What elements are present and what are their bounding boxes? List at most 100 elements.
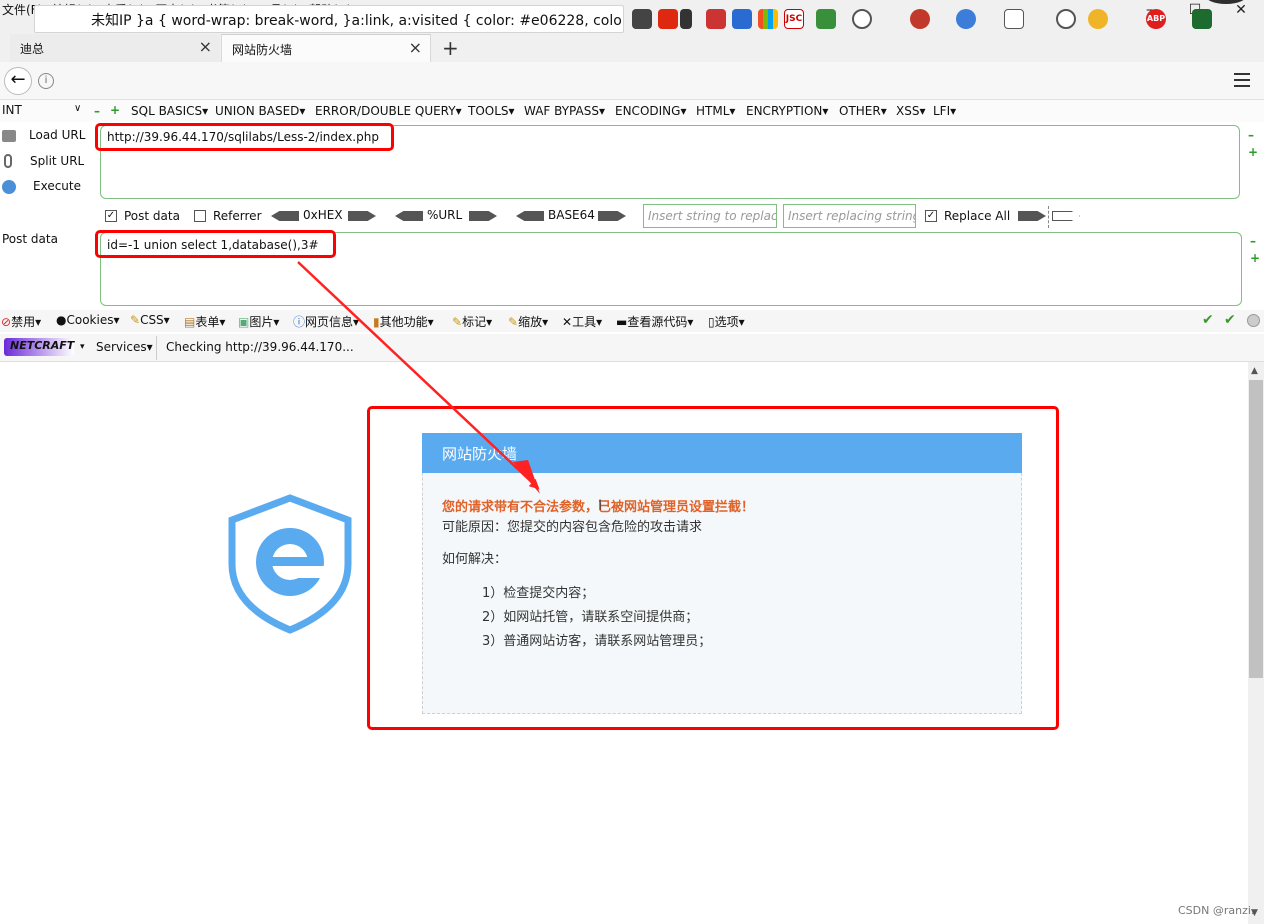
minus-icon[interactable]: – <box>94 104 100 118</box>
menu-other[interactable]: OTHER▾ <box>839 104 887 118</box>
china-flag-icon[interactable] <box>658 9 678 29</box>
addon-icon[interactable] <box>706 9 726 29</box>
wd-page-info[interactable]: ⓘ网页信息▾ <box>293 313 359 330</box>
divider <box>156 336 157 360</box>
download-icon[interactable] <box>680 9 692 29</box>
menu-encoding[interactable]: ENCODING▾ <box>615 104 686 118</box>
new-tab-button[interactable]: + <box>442 36 459 60</box>
replace-string-placeholder: Insert string to replace <box>648 209 777 223</box>
scrollbar-thumb[interactable] <box>1249 380 1263 678</box>
wd-resize[interactable]: ✎缩放▾ <box>508 313 548 330</box>
type-select[interactable]: INT ∨ <box>2 103 84 119</box>
replace-left-icon[interactable] <box>1052 211 1080 221</box>
address-bar[interactable]: 未知IP }a { word-wrap: break-word, }a:link… <box>34 5 624 33</box>
back-arrow-icon: ← <box>10 69 26 90</box>
menu-union-based[interactable]: UNION BASED▾ <box>215 104 305 118</box>
annotation-box-url <box>95 123 394 151</box>
address-text: 未知IP }a { word-wrap: break-word, }a:link… <box>91 13 623 29</box>
back-button[interactable]: ← <box>4 67 32 95</box>
services-menu[interactable]: Services▾ <box>96 340 153 354</box>
addon-icon[interactable] <box>632 9 652 29</box>
wd-forms-label: 表单▾ <box>195 315 226 329</box>
wd-cookies[interactable]: ●Cookies▾ <box>56 313 120 327</box>
load-url-icon <box>2 130 16 142</box>
minus-icon[interactable]: – <box>1248 128 1254 142</box>
wd-forms[interactable]: ▤表单▾ <box>184 313 225 330</box>
hex-encode-right-icon[interactable] <box>348 211 376 221</box>
netcraft-logo[interactable]: NETCRAFT <box>4 338 74 356</box>
chevron-down-icon[interactable]: ▾ <box>80 342 85 352</box>
plus-icon[interactable]: + <box>110 103 120 117</box>
annotation-box-post-data <box>95 230 336 258</box>
menu-html[interactable]: HTML▾ <box>696 104 735 118</box>
palette-icon[interactable] <box>852 9 872 29</box>
post-data-checkbox[interactable]: ✓ <box>105 210 117 222</box>
replace-all-checkbox[interactable]: ✓ <box>925 210 937 222</box>
plus-icon[interactable]: + <box>1248 145 1258 159</box>
scroll-up-icon[interactable]: ▲ <box>1251 366 1258 376</box>
type-select-value: INT <box>2 103 22 117</box>
hex-encode-left-icon[interactable] <box>271 211 299 221</box>
referrer-checkbox[interactable] <box>194 210 206 222</box>
wd-outline-label: 标记▾ <box>462 315 493 329</box>
base64-label: BASE64 <box>548 208 595 222</box>
wd-images-label: 图片▾ <box>249 315 280 329</box>
shield-icon[interactable] <box>1192 9 1212 29</box>
addon-icon[interactable] <box>732 9 752 29</box>
load-url-button[interactable]: Load URL <box>29 128 85 142</box>
windows-logo-icon[interactable] <box>758 9 778 29</box>
netcraft-status: Checking http://39.96.44.170... <box>166 340 354 354</box>
wd-misc-label: 其他功能▾ <box>379 315 434 329</box>
wd-outline[interactable]: ✎标记▾ <box>452 313 492 330</box>
url-encode-left-icon[interactable] <box>395 211 423 221</box>
page-icon[interactable] <box>1004 9 1024 29</box>
menu-tools-hb[interactable]: TOOLS▾ <box>468 104 515 118</box>
wd-misc[interactable]: ▮其他功能▾ <box>373 313 434 330</box>
wd-tools[interactable]: ✕工具▾ <box>562 313 602 330</box>
wd-options[interactable]: ▯选项▾ <box>708 313 745 330</box>
menu-lfi[interactable]: LFI▾ <box>933 104 956 118</box>
addon-icon[interactable] <box>816 9 836 29</box>
annotation-box-waf <box>367 406 1059 730</box>
close-icon[interactable]: × <box>409 38 422 57</box>
text-cursor-icon: I <box>598 498 603 514</box>
menu-encryption[interactable]: ENCRYPTION▾ <box>746 104 828 118</box>
replace-string-input[interactable]: Insert string to replace <box>643 204 777 228</box>
hex-label: 0xHEX <box>303 208 343 222</box>
url-encode-label: %URL <box>427 208 463 222</box>
wd-disable[interactable]: ⊘禁用▾ <box>1 313 41 330</box>
info-icon[interactable]: i <box>38 73 54 89</box>
addon-icon[interactable] <box>910 9 930 29</box>
monkey-icon[interactable] <box>1088 9 1108 29</box>
hamburger-menu-icon[interactable] <box>1234 73 1250 87</box>
wd-tools-label: 工具▾ <box>572 315 603 329</box>
menu-xss[interactable]: XSS▾ <box>896 104 925 118</box>
wd-images[interactable]: ▣图片▾ <box>238 313 279 330</box>
replace-right-icon[interactable] <box>1018 211 1046 221</box>
execute-button[interactable]: Execute <box>33 179 81 193</box>
navigation-bar <box>0 62 1264 100</box>
adblock-icon[interactable]: ABP <box>1146 9 1166 29</box>
wd-options-label: 选项▾ <box>714 315 745 329</box>
replacing-string-placeholder: Insert replacing string <box>788 209 916 223</box>
close-icon[interactable]: × <box>199 37 212 56</box>
wd-view-source[interactable]: ▬查看源代码▾ <box>616 313 693 330</box>
tab-label: 网站防火墙 <box>232 43 293 57</box>
wd-css-label: CSS▾ <box>140 313 170 327</box>
url-encode-right-icon[interactable] <box>469 211 497 221</box>
menu-waf-bypass[interactable]: WAF BYPASS▾ <box>524 104 605 118</box>
base64-right-icon[interactable] <box>598 211 626 221</box>
menu-sql-basics[interactable]: SQL BASICS▾ <box>131 104 208 118</box>
base64-left-icon[interactable] <box>516 211 544 221</box>
tab-dizong[interactable]: 迪总 × <box>10 34 220 62</box>
tab-website-firewall[interactable]: 网站防火墙 × <box>221 34 431 62</box>
menu-error-query[interactable]: ERROR/DOUBLE QUERY▾ <box>315 104 462 118</box>
replacing-string-input[interactable]: Insert replacing string <box>783 204 916 228</box>
plus-icon[interactable]: + <box>1250 251 1260 265</box>
split-url-button[interactable]: Split URL <box>30 154 84 168</box>
js-addon-icon[interactable]: JSC <box>784 9 804 29</box>
search-icon[interactable] <box>1056 9 1076 29</box>
globe-icon[interactable] <box>956 9 976 29</box>
wd-css[interactable]: ✎CSS▾ <box>130 313 170 327</box>
minus-icon[interactable]: – <box>1250 234 1256 248</box>
